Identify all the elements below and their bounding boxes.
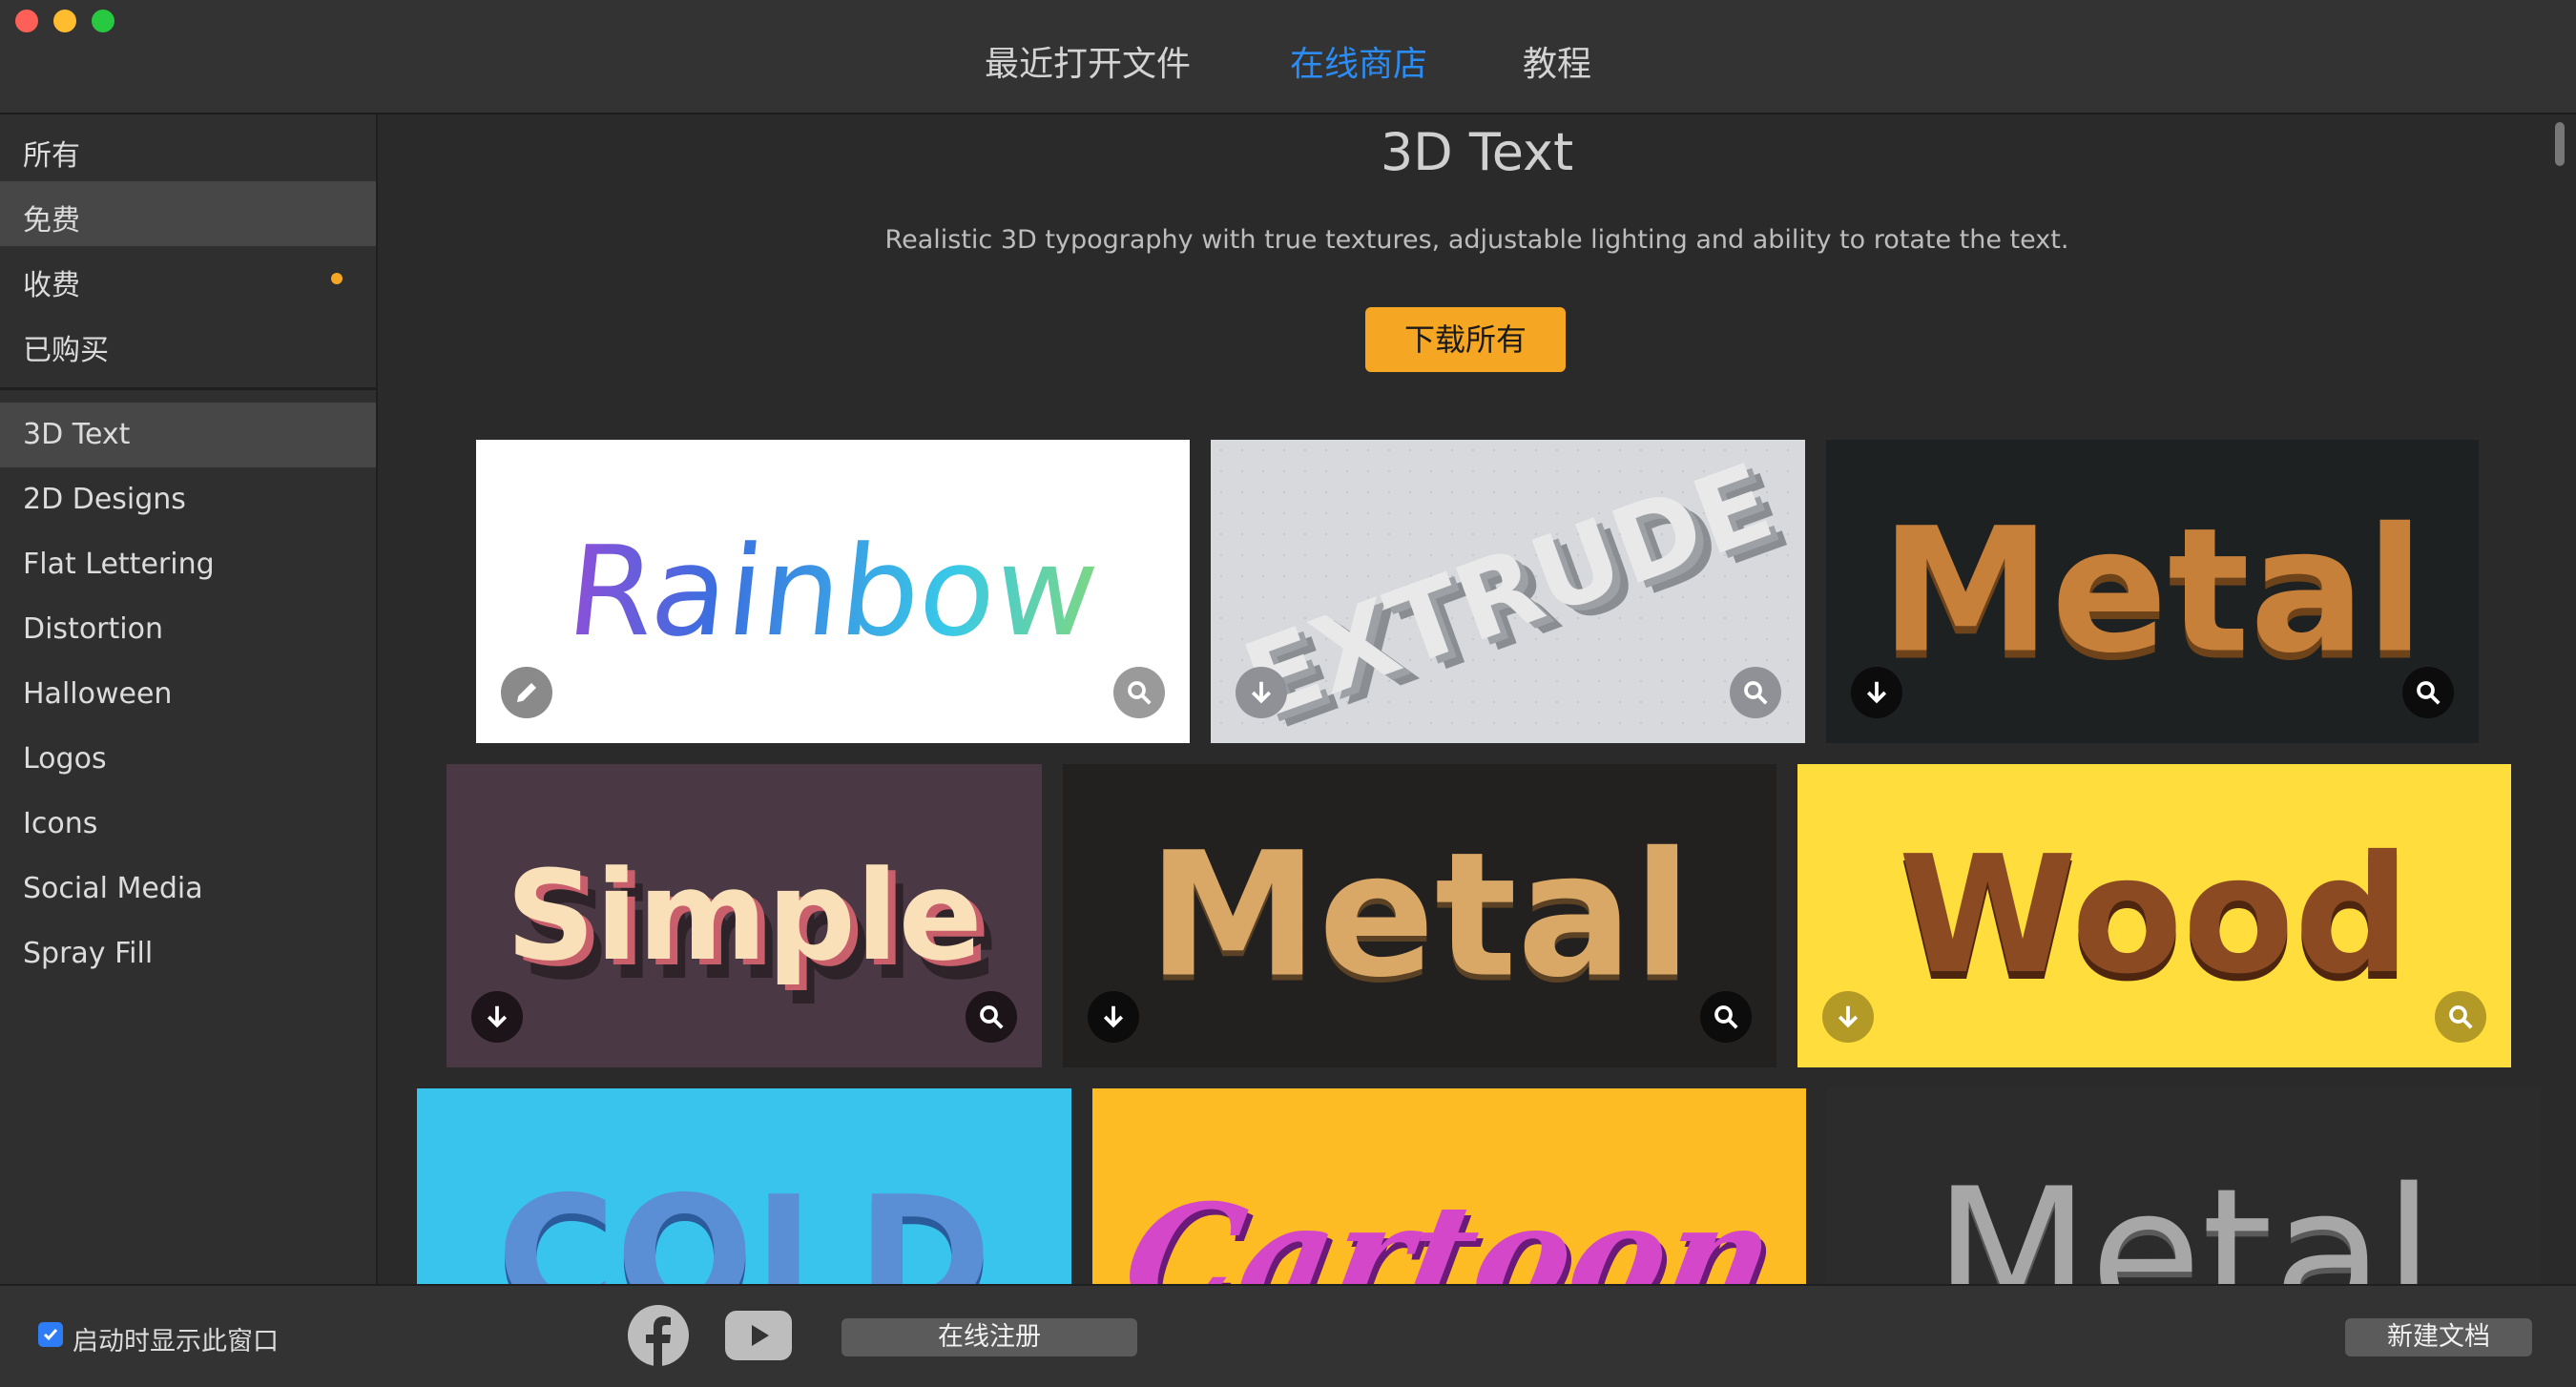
sidebar-item-label: Icons bbox=[23, 807, 98, 840]
sidebar-item-halloween[interactable]: Halloween bbox=[0, 662, 376, 727]
sidebar: 所有 免费 收费 已购买 3D Text 2D Designs Flat Let… bbox=[0, 114, 378, 1284]
card-preview-text: Metal bbox=[1933, 1149, 2435, 1284]
youtube-icon[interactable] bbox=[725, 1311, 792, 1360]
template-card-metal-1[interactable]: Metal bbox=[1826, 440, 2479, 743]
download-arrow-icon bbox=[1838, 1005, 1859, 1028]
sidebar-item-label: 所有 bbox=[23, 139, 80, 173]
sidebar-item-paid[interactable]: 收费 bbox=[0, 246, 376, 311]
zoom-window-button[interactable] bbox=[92, 10, 114, 32]
card-preview-text: Simple bbox=[506, 843, 983, 988]
sidebar-item-label: Halloween bbox=[23, 677, 173, 711]
template-card-wood[interactable]: Wood bbox=[1797, 764, 2511, 1067]
preview-button[interactable] bbox=[2402, 667, 2454, 718]
minimize-window-button[interactable] bbox=[53, 10, 76, 32]
sidebar-item-label: 收费 bbox=[23, 269, 80, 302]
download-button[interactable] bbox=[1236, 667, 1287, 718]
sidebar-item-label: Flat Lettering bbox=[23, 548, 215, 581]
sidebar-item-flat-lettering[interactable]: Flat Lettering bbox=[0, 532, 376, 597]
download-button[interactable] bbox=[1088, 991, 1139, 1043]
magnifier-icon bbox=[1744, 681, 1768, 705]
template-card-cartoon[interactable]: Cartoon bbox=[1092, 1088, 1806, 1284]
magnifier-icon bbox=[1128, 681, 1152, 705]
new-items-dot bbox=[331, 273, 343, 284]
template-card-metal-2[interactable]: Metal bbox=[1063, 764, 1776, 1067]
sidebar-item-label: Spray Fill bbox=[23, 937, 154, 970]
tab-recent-files[interactable]: 最近打开文件 bbox=[985, 36, 1191, 86]
card-preview-text: Metal bbox=[1880, 491, 2425, 692]
footer-bar: 启动时显示此窗口 在线注册 新建文档 bbox=[0, 1284, 2576, 1387]
card-preview-text: Wood bbox=[1898, 821, 2411, 1010]
close-window-button[interactable] bbox=[15, 10, 38, 32]
new-document-button[interactable]: 新建文档 bbox=[2345, 1318, 2532, 1356]
sidebar-item-all[interactable]: 所有 bbox=[0, 116, 376, 181]
download-arrow-icon bbox=[1103, 1005, 1124, 1028]
preview-button[interactable] bbox=[1700, 991, 1752, 1043]
sidebar-item-label: Distortion bbox=[23, 612, 163, 646]
sidebar-item-free[interactable]: 免费 bbox=[0, 181, 376, 246]
card-preview-text: EXTRUDE bbox=[1229, 440, 1787, 743]
show-on-launch-checkbox[interactable] bbox=[38, 1322, 63, 1347]
sidebar-divider bbox=[0, 387, 376, 390]
sidebar-item-label: Social Media bbox=[23, 872, 203, 905]
page-title: 3D Text bbox=[1380, 122, 1574, 182]
download-button[interactable] bbox=[1822, 991, 1874, 1043]
template-card-rainbow[interactable]: Rainbow bbox=[476, 440, 1190, 743]
download-arrow-icon bbox=[1251, 681, 1272, 704]
sidebar-item-3d-text[interactable]: 3D Text bbox=[0, 403, 376, 467]
magnifier-icon bbox=[2449, 1005, 2473, 1029]
magnifier-icon bbox=[2417, 681, 2441, 705]
magnifier-icon bbox=[1714, 1005, 1738, 1029]
download-all-button[interactable]: 下载所有 bbox=[1365, 307, 1566, 372]
download-button[interactable] bbox=[1851, 667, 1902, 718]
template-card-metal-3[interactable]: Metal bbox=[1827, 1088, 2541, 1284]
sidebar-item-label: Logos bbox=[23, 742, 107, 776]
sidebar-item-2d-designs[interactable]: 2D Designs bbox=[0, 467, 376, 532]
sidebar-item-distortion[interactable]: Distortion bbox=[0, 597, 376, 662]
checkmark-icon bbox=[43, 1329, 58, 1341]
sidebar-item-spray-fill[interactable]: Spray Fill bbox=[0, 921, 376, 986]
online-register-button[interactable]: 在线注册 bbox=[841, 1318, 1137, 1356]
card-preview-text: COLD bbox=[496, 1162, 992, 1284]
preview-button[interactable] bbox=[1113, 667, 1165, 718]
sidebar-item-label: 2D Designs bbox=[23, 483, 186, 516]
sidebar-item-purchased[interactable]: 已购买 bbox=[0, 311, 376, 376]
template-card-simple[interactable]: Simple bbox=[447, 764, 1042, 1067]
facebook-icon[interactable] bbox=[628, 1305, 689, 1366]
download-arrow-icon bbox=[487, 1005, 508, 1028]
sidebar-item-label: 已购买 bbox=[23, 334, 109, 367]
template-card-extrude[interactable]: EXTRUDE bbox=[1211, 440, 1805, 743]
store-content: 3D Text Realistic 3D typography with tru… bbox=[378, 114, 2576, 1284]
download-button[interactable] bbox=[471, 991, 523, 1043]
sidebar-item-social-media[interactable]: Social Media bbox=[0, 857, 376, 921]
card-preview-text: Metal bbox=[1147, 816, 1693, 1016]
page-description: Realistic 3D typography with true textur… bbox=[884, 225, 2069, 255]
pencil-icon bbox=[517, 683, 536, 702]
sidebar-item-icons[interactable]: Icons bbox=[0, 792, 376, 857]
preview-button[interactable] bbox=[2435, 991, 2486, 1043]
preview-button[interactable] bbox=[1730, 667, 1781, 718]
edit-button[interactable] bbox=[501, 667, 552, 718]
show-on-launch-label: 启动时显示此窗口 bbox=[73, 1327, 279, 1356]
tab-online-store[interactable]: 在线商店 bbox=[1290, 36, 1427, 86]
sidebar-item-logos[interactable]: Logos bbox=[0, 727, 376, 792]
preview-button[interactable] bbox=[966, 991, 1017, 1043]
sidebar-item-label: 免费 bbox=[23, 204, 80, 238]
magnifier-icon bbox=[980, 1005, 1004, 1029]
card-preview-text: Rainbow bbox=[476, 519, 1190, 664]
title-bar: 最近打开文件 在线商店 教程 bbox=[0, 0, 2576, 114]
download-arrow-icon bbox=[1866, 681, 1887, 704]
sidebar-item-label: 3D Text bbox=[23, 418, 131, 451]
card-preview-text: Cartoon bbox=[1112, 1173, 1786, 1284]
tab-tutorials[interactable]: 教程 bbox=[1523, 36, 1591, 86]
template-card-cold[interactable]: COLD bbox=[417, 1088, 1071, 1284]
